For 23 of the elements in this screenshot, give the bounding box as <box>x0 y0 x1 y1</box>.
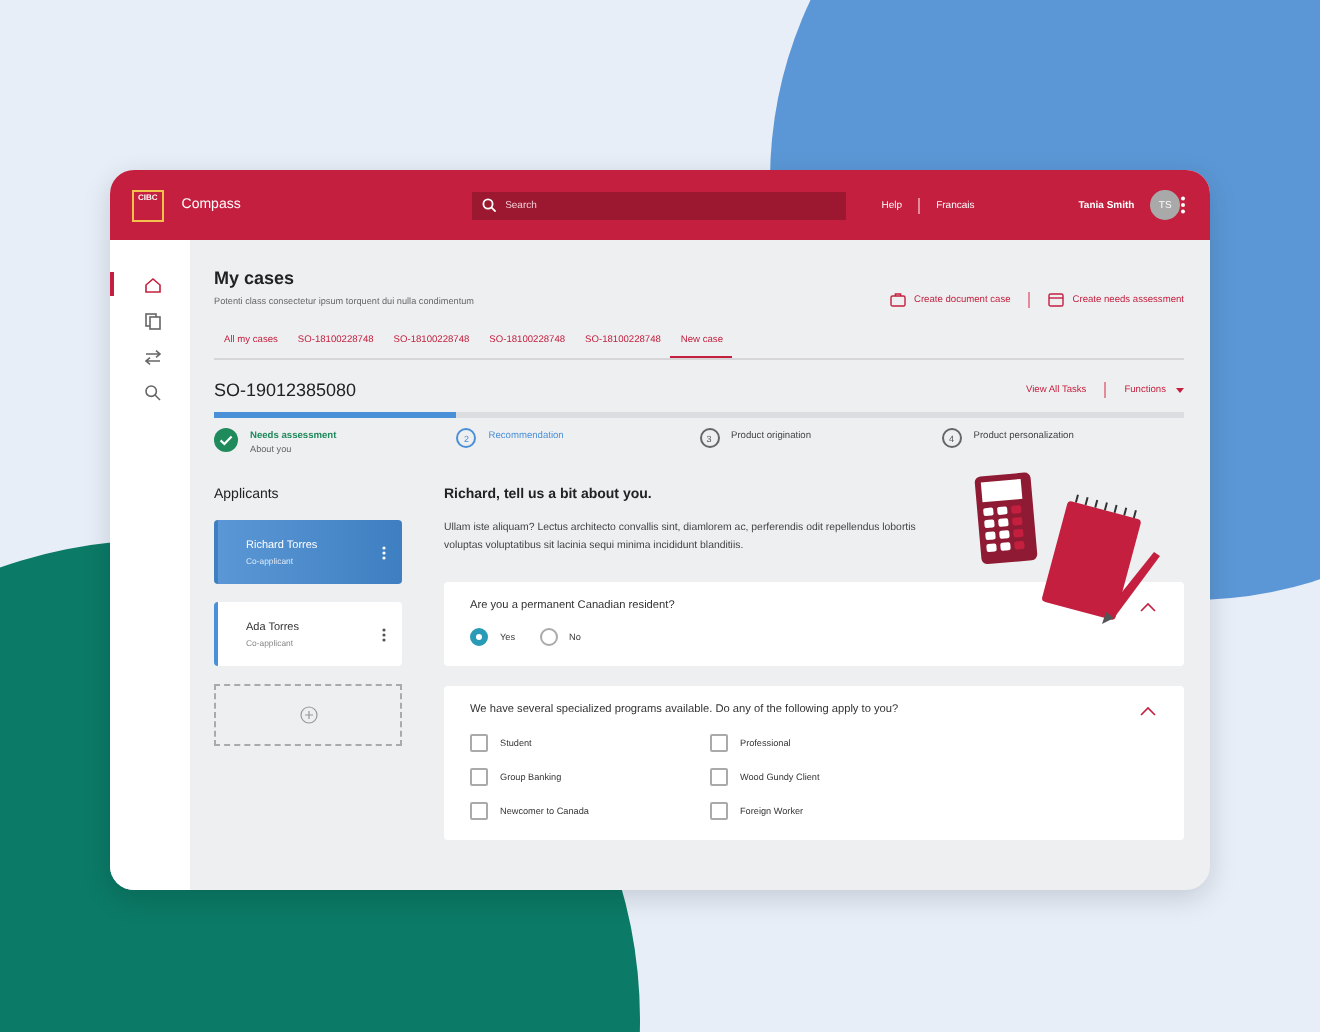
search-icon <box>481 198 496 212</box>
chevron-up-icon[interactable] <box>1140 601 1156 612</box>
add-applicant-button[interactable] <box>214 684 402 746</box>
radio-button[interactable] <box>539 628 557 647</box>
case-number: SO-19012385080 <box>214 380 357 400</box>
checkbox[interactable] <box>710 802 728 821</box>
checkbox[interactable] <box>710 768 728 787</box>
radio-button[interactable] <box>470 628 488 647</box>
page-title: My cases <box>214 268 297 288</box>
checkbox[interactable] <box>470 802 488 821</box>
more-icon[interactable] <box>1179 196 1186 214</box>
home-icon <box>143 275 161 293</box>
checkbox[interactable] <box>470 768 488 787</box>
documents-icon <box>143 311 161 329</box>
checkbox[interactable] <box>710 734 728 753</box>
search-icon <box>143 383 161 401</box>
card-icon <box>1048 292 1065 308</box>
swap-icon <box>143 347 161 365</box>
briefcase-icon <box>890 292 906 308</box>
chevron-up-icon[interactable] <box>1140 705 1156 716</box>
checkbox[interactable] <box>470 734 488 753</box>
plus-icon <box>299 706 317 724</box>
caret-icon <box>1176 387 1184 393</box>
